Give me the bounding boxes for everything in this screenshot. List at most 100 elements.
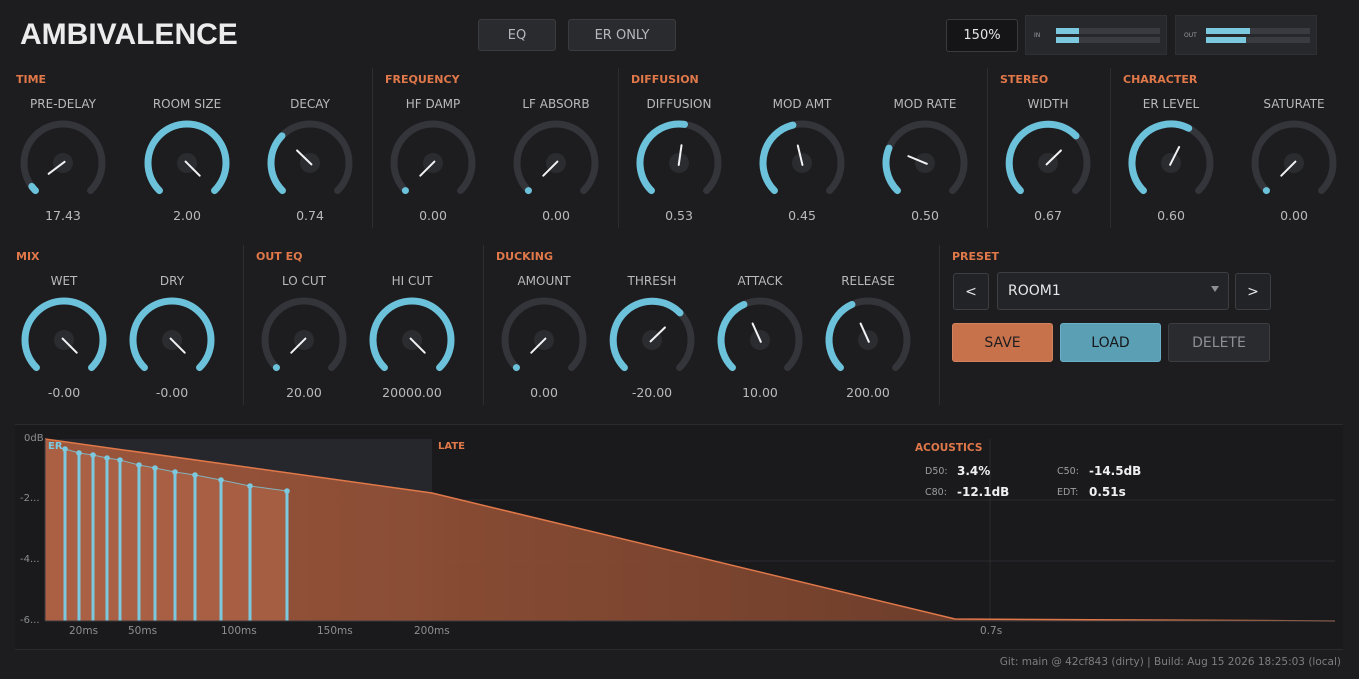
knob-label: MOD RATE [893, 97, 957, 111]
section-stereo: STEREO [1000, 73, 1049, 86]
x-tick-label: 20ms [69, 625, 99, 637]
knob-dial[interactable] [629, 115, 729, 211]
knob-label: DRY [159, 274, 185, 288]
knob-wet[interactable]: WET -0.00 [14, 274, 114, 400]
section-divider [618, 68, 619, 228]
knob-dial[interactable] [122, 292, 222, 388]
knob-dial[interactable] [383, 115, 483, 211]
knob-dial[interactable] [14, 292, 114, 388]
knob-label: PRE-DELAY [30, 97, 96, 111]
section-out-eq: OUT EQ [256, 250, 303, 263]
knob-label: AMOUNT [517, 274, 571, 288]
knob-pre-delay[interactable]: PRE-DELAY 17.43 [13, 97, 113, 223]
x-tick-label: 100ms [221, 625, 257, 637]
knob-value: 10.00 [742, 385, 778, 400]
knob-value-arc [717, 300, 748, 372]
knob-hi-cut[interactable]: HI CUT 20000.00 [362, 274, 462, 400]
input-meter: IN [1025, 15, 1167, 55]
knob-label: MOD AMT [772, 97, 832, 111]
knob-label: WET [50, 274, 78, 288]
knob-room-size[interactable]: ROOM SIZE 2.00 [137, 97, 237, 223]
output-meter-right [1206, 37, 1246, 43]
knob-dial[interactable] [875, 115, 975, 211]
section-diffusion: DIFFUSION [631, 73, 699, 86]
knob-dial[interactable] [602, 292, 702, 388]
delete-button[interactable]: DELETE [1168, 323, 1270, 362]
knob-er-level[interactable]: ER LEVEL 0.60 [1121, 97, 1221, 223]
knob-diffusion[interactable]: DIFFUSION 0.53 [629, 97, 729, 223]
output-meter-left [1206, 28, 1250, 34]
knob-thresh[interactable]: THRESH -20.00 [602, 274, 702, 400]
knob-dial[interactable] [260, 115, 360, 211]
er-label: ER [48, 441, 63, 452]
knob-hf-damp[interactable]: HF DAMP 0.00 [383, 97, 483, 223]
x-tick-label: 0.7s [980, 625, 1003, 637]
knob-value: 0.67 [1034, 208, 1062, 223]
preset-select[interactable]: ROOM1 [997, 272, 1229, 310]
section-divider [372, 68, 373, 228]
knob-dial[interactable] [818, 292, 918, 388]
knob-dial[interactable] [13, 115, 113, 211]
section-preset: PRESET [952, 250, 999, 263]
load-button[interactable]: LOAD [1060, 323, 1161, 362]
knob-mod-amt[interactable]: MOD AMT 0.45 [752, 97, 852, 223]
er-only-button[interactable]: ER ONLY [568, 19, 676, 51]
knob-decay[interactable]: DECAY 0.74 [260, 97, 360, 223]
knob-dial[interactable] [137, 115, 237, 211]
preset-next-button[interactable]: > [1235, 273, 1271, 310]
knob-value: -0.00 [47, 385, 81, 400]
knob-dial[interactable] [362, 292, 462, 388]
knob-mod-rate[interactable]: MOD RATE 0.50 [875, 97, 975, 223]
c80-key: C80: [925, 487, 947, 498]
knob-dry[interactable]: DRY -0.00 [122, 274, 222, 400]
knob-value-arc [882, 144, 901, 195]
knob-value: 0.50 [911, 208, 939, 223]
zoom-selector[interactable]: 150% [946, 19, 1018, 52]
knob-dial[interactable] [506, 115, 606, 211]
chevron-down-icon [1211, 286, 1219, 292]
knob-value: 0.74 [296, 208, 324, 223]
knob-label: RELEASE [841, 274, 895, 288]
y-tick-label: -4... [20, 554, 40, 565]
section-mix: MIX [16, 250, 40, 263]
knob-label: SATURATE [1263, 97, 1325, 111]
knob-value: 0.00 [542, 208, 570, 223]
knob-value-arc [759, 121, 797, 195]
d50-value: 3.4% [957, 464, 991, 478]
section-divider [243, 245, 244, 405]
x-tick-label: 200ms [414, 625, 450, 637]
knob-release[interactable]: RELEASE 200.00 [818, 274, 918, 400]
knob-amount[interactable]: AMOUNT 0.00 [494, 274, 594, 400]
knob-lo-cut[interactable]: LO CUT 20.00 [254, 274, 354, 400]
knob-label: LF ABSORB [522, 97, 590, 111]
knob-lf-absorb[interactable]: LF ABSORB 0.00 [506, 97, 606, 223]
c50-value: -14.5dB [1089, 464, 1142, 478]
knob-dial[interactable] [710, 292, 810, 388]
impulse-response-graph: ER LATE 0dB -2... -4... -6... 20ms 50ms … [15, 424, 1343, 649]
knob-dial[interactable] [254, 292, 354, 388]
eq-button[interactable]: EQ [478, 19, 556, 51]
knob-dial[interactable] [998, 115, 1098, 211]
knob-value: 20000.00 [382, 385, 442, 400]
knob-value: 20.00 [286, 385, 322, 400]
knob-label: LO CUT [281, 274, 326, 288]
section-divider [1110, 68, 1111, 228]
knob-dial[interactable] [1121, 115, 1221, 211]
preset-prev-button[interactable]: < [953, 273, 989, 310]
knob-dial[interactable] [752, 115, 852, 211]
knob-value-arc [272, 364, 280, 372]
knob-label: DIFFUSION [646, 97, 712, 111]
knob-saturate[interactable]: SATURATE 0.00 [1244, 97, 1344, 223]
save-button[interactable]: SAVE [952, 323, 1053, 362]
knob-width[interactable]: WIDTH 0.67 [998, 97, 1098, 223]
edt-key: EDT: [1057, 487, 1079, 498]
knob-dial[interactable] [1244, 115, 1344, 211]
x-tick-label: 50ms [128, 625, 158, 637]
knob-value: 17.43 [45, 208, 81, 223]
y-tick-label: 0dB [24, 433, 44, 444]
knob-attack[interactable]: ATTACK 10.00 [710, 274, 810, 400]
knob-dial[interactable] [494, 292, 594, 388]
output-meter: OUT [1175, 15, 1317, 55]
knob-label: ER LEVEL [1142, 97, 1200, 111]
knob-value: -0.00 [155, 385, 189, 400]
